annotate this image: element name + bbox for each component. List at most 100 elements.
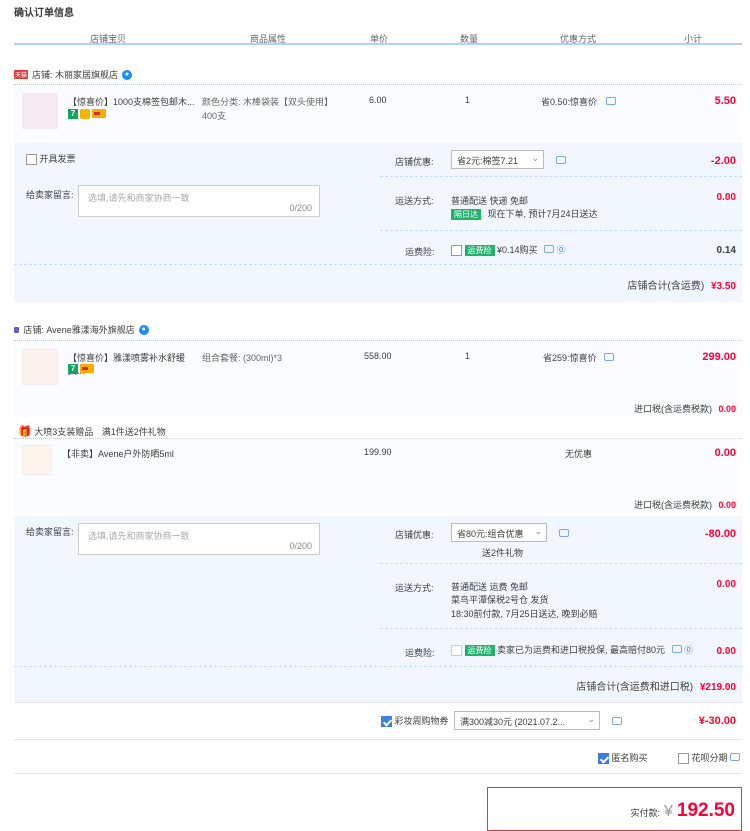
shipping-label: 运送方式: <box>395 583 434 593</box>
table-header: 店铺宝贝 商品属性 单价 数量 优惠方式 小计 <box>14 29 742 45</box>
shop2-options: 给卖家留言: 选填,请先和商家协商一致 0/200 店铺优惠: 省80元:组合优… <box>14 516 742 702</box>
gift-subtotal: 0.00 <box>714 447 736 459</box>
shop-discount-label: 店铺优惠: <box>395 530 434 540</box>
gift-row: 【非卖】Avene户外防晒5ml 199.90 无优惠 0.00 进口税(含运费… <box>14 438 742 514</box>
note-label: 给卖家留言: <box>26 190 74 200</box>
insurance-label: 运费险: <box>405 648 435 658</box>
insurance-tag: 运费险 <box>464 245 495 256</box>
col-header-item: 店铺宝贝 <box>90 34 127 44</box>
shipping-label: 运送方式: <box>395 196 434 206</box>
note-input[interactable]: 选填,请先和商家协商一致 0/200 <box>78 185 320 217</box>
shop-discount-select[interactable]: 省80元:组合优惠 ⌄ <box>451 523 547 542</box>
chat-icon[interactable] <box>606 97 616 105</box>
insurance-amount: 0.14 <box>716 245 736 256</box>
chat-icon[interactable] <box>559 529 569 537</box>
note-label: 给卖家留言: <box>26 527 74 537</box>
help-icon[interactable]: ⓪ <box>684 645 693 655</box>
product-price: 558.00 <box>364 351 392 361</box>
anonymous-option[interactable]: 匿名购买 <box>598 751 648 765</box>
shop-header[interactable]: 天猫 店铺: 木丽家居旗舰店 ● <box>14 68 133 81</box>
gift-image[interactable] <box>22 445 52 475</box>
shipping-eta: 现在下单, 预计7月24日送达 <box>487 209 598 219</box>
shop-name[interactable]: 店铺: Avene雅漾海外旗舰店 <box>23 323 134 336</box>
shipping-eta-row: 隔日达 现在下单, 预计7月24日送达 <box>451 207 598 220</box>
shop-discount-value: 省2元:棉签7.21 <box>457 156 519 166</box>
chat-icon[interactable] <box>612 717 622 725</box>
seven-day-return-icon: 7 <box>68 364 78 374</box>
insurance-label: 运费险: <box>405 247 435 257</box>
import-tax-label: 进口税(含运费税款) <box>633 500 712 510</box>
shipping-warehouse: 菜鸟平潭保税2号仓 发货 <box>451 595 549 605</box>
service-icons: 7 <box>68 109 106 119</box>
product-image[interactable] <box>22 349 58 385</box>
product-row: 【惊喜价】雅漾喷雾补水舒缓爽... 7 组合套餐: (300ml)*3 558.… <box>14 340 742 416</box>
coupon-label: 彩妆周购物券 <box>394 716 449 726</box>
import-tax: 进口税(含运费税款) 0.00 <box>634 498 736 511</box>
shop-discount-select[interactable]: 省2元:棉签7.21 ⌄ <box>451 150 544 169</box>
pay-label: 实付款: <box>630 808 660 818</box>
chat-icon[interactable] <box>671 645 682 653</box>
insurance-checkbox-disabled <box>451 645 462 657</box>
chat-icon[interactable] <box>544 245 555 253</box>
seven-day-return-icon: 7 <box>68 109 78 119</box>
invoice-option[interactable]: 开具发票 <box>26 152 76 166</box>
insurance-amount: 0.00 <box>716 646 736 657</box>
product-title[interactable]: 【惊喜价】1000支棉签包邮木... <box>68 95 198 108</box>
help-icon[interactable]: ⓪ <box>557 245 566 255</box>
pay-total-box: 实付款: ¥ 192.50 <box>487 787 742 831</box>
anonymous-label: 匿名购买 <box>611 753 648 763</box>
product-image[interactable] <box>22 93 58 129</box>
product-qty: 1 <box>465 351 471 361</box>
huabei-checkbox[interactable] <box>678 753 689 765</box>
chat-icon[interactable] <box>556 156 566 164</box>
tmall-badge: 天猫 <box>14 70 29 79</box>
gift-label: 大喷3支装赠品 <box>34 427 94 437</box>
wangwang-icon[interactable]: ● <box>122 69 133 80</box>
shop-total-label: 店铺合计(含运费) <box>627 281 705 292</box>
pay-total: 实付款: ¥ 192.50 <box>630 800 735 822</box>
gift-price: 199.90 <box>364 447 392 457</box>
coupon-select[interactable]: 满300减30元 (2021.07.2... ⌄ <box>454 711 600 730</box>
chat-icon[interactable] <box>730 753 741 761</box>
col-header-subtotal: 小计 <box>684 34 703 44</box>
wangwang-icon[interactable]: ● <box>138 324 149 335</box>
note-input[interactable]: 选填,请先和商家协商一致 0/200 <box>78 523 320 555</box>
note-counter: 0/200 <box>289 541 312 551</box>
gift-discount: 无优惠 <box>565 449 593 459</box>
chevron-down-icon: ⌄ <box>587 714 595 724</box>
insurance-checkbox[interactable] <box>451 245 462 257</box>
coupon-option[interactable]: 彩妆周购物券 <box>381 714 449 728</box>
gift-title[interactable]: 【非卖】Avene户外防晒5ml <box>62 447 174 460</box>
import-tax-value: 0.00 <box>718 500 736 510</box>
shop-total-label: 店铺合计(含运费和进口税) <box>576 682 694 693</box>
guarantee-icon <box>80 109 90 119</box>
shipping-value: 普通配送 运费 免邮 <box>451 582 529 592</box>
product-subtotal: 5.50 <box>714 95 736 107</box>
insurance-row[interactable]: 运费险 ¥0.14购买 ⓪ <box>451 243 566 257</box>
coupon-checkbox[interactable] <box>381 716 392 728</box>
insurance-text: 卖家已为运费和进口税投保, 最高赔付80元 <box>497 645 666 655</box>
note-placeholder: 选填,请先和商家协商一致 <box>88 193 190 203</box>
page-title: 确认订单信息 <box>14 8 74 19</box>
shop-header[interactable]: 店铺: Avene雅漾海外旗舰店 ● <box>14 323 149 336</box>
chat-icon[interactable] <box>604 353 614 361</box>
coupon-value: 满300减30元 (2021.07.2... <box>460 717 566 727</box>
col-header-qty: 数量 <box>460 34 479 44</box>
shop-total-value: ¥219.00 <box>699 682 736 693</box>
huabei-label: 花呗分期 <box>691 753 728 763</box>
product-discount: 省259:惊喜价 <box>543 353 597 363</box>
import-tax-label: 进口税(含运费税款) <box>633 404 712 414</box>
anonymous-checkbox[interactable] <box>598 753 609 765</box>
coupon-amount: ¥-30.00 <box>698 715 736 727</box>
shipping-amount: 0.00 <box>716 192 736 203</box>
product-price: 6.00 <box>369 95 387 105</box>
credit-card-icon <box>92 109 106 118</box>
shipping-eta: 18:30前付款, 7月25日送达, 晚到必赔 <box>451 609 598 619</box>
shop-name[interactable]: 店铺: 木丽家居旗舰店 <box>32 68 118 81</box>
product-attr: 颜色分类: 木棒袋装【双头使用】400支 <box>202 97 334 121</box>
invoice-checkbox[interactable] <box>26 154 37 166</box>
insurance-text: ¥0.14购买 <box>497 245 538 255</box>
col-header-price: 单价 <box>370 34 389 44</box>
huabei-option[interactable]: 花呗分期 <box>678 751 741 765</box>
pay-amount: 192.50 <box>676 800 735 821</box>
